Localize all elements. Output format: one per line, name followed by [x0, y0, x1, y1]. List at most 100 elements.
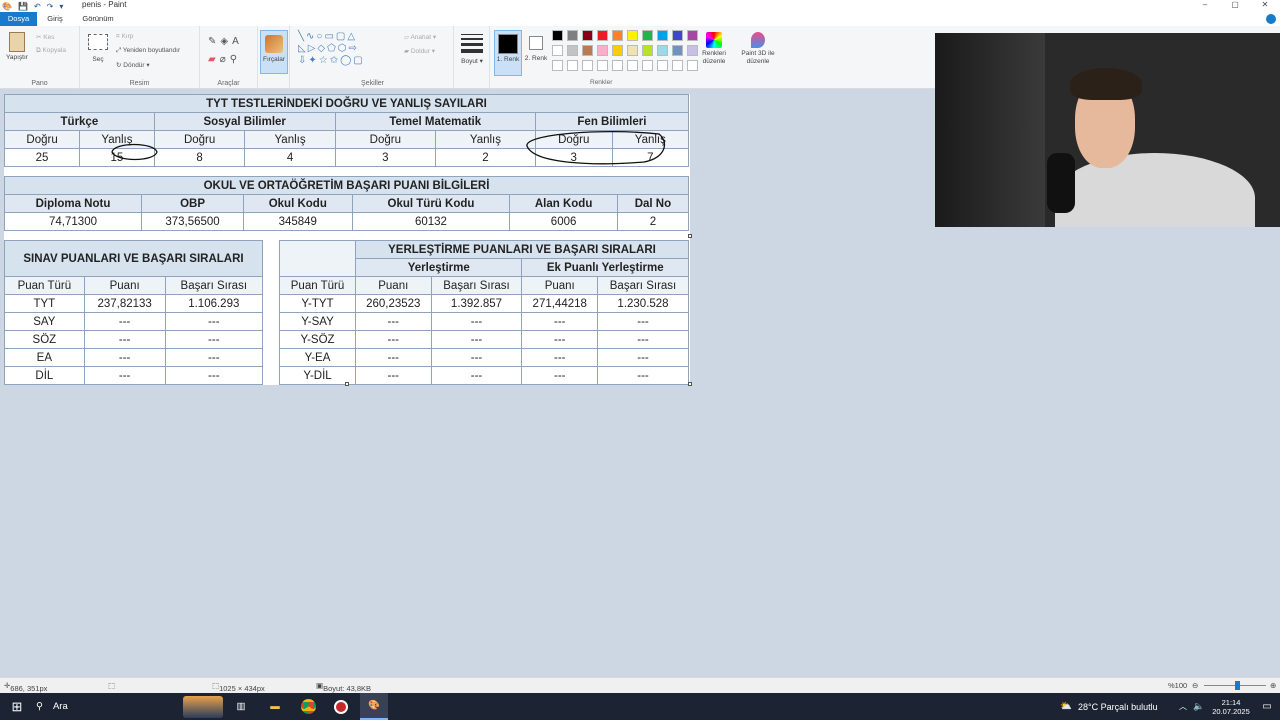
fill-button[interactable]: ▰ Doldur ▾: [404, 47, 435, 55]
color-picker-icon[interactable]: ⌀: [220, 54, 230, 65]
table-row: Y-TYT 260,23523 1.392.857 271,44218 1.230.52…: [279, 294, 689, 313]
rotate-button[interactable]: ↻ Döndür ▾: [116, 61, 150, 69]
image-canvas[interactable]: TYT TESTLERİNDEKİ DOĞRU VE YANLIŞ SAYILA…: [3, 94, 690, 385]
palette-color-swatch[interactable]: [642, 30, 653, 41]
resize-handle-bottom[interactable]: [345, 382, 349, 386]
exam-score-cell: ---: [83, 348, 166, 367]
palette-color-swatch[interactable]: [597, 30, 608, 41]
taskbar-search[interactable]: ⚲ Ara: [36, 693, 166, 720]
zoom-out-icon[interactable]: ⊖: [1192, 681, 1198, 690]
eraser-icon[interactable]: ▰: [208, 54, 220, 65]
status-bar: ✛ 686, 351px ⬚ ⬚ 1025 × 434px ▣ Boyut: 4…: [0, 677, 1280, 693]
custom-color-slot[interactable]: [687, 60, 698, 71]
webcam-hair: [1070, 68, 1142, 100]
search-label: Ara: [52, 701, 68, 712]
zoom-level: %100: [1168, 681, 1188, 690]
tray-chevron-icon[interactable]: ︿: [1176, 693, 1190, 720]
palette-color-swatch[interactable]: [582, 30, 593, 41]
maximize-button[interactable]: ▢: [1220, 0, 1250, 10]
palette-color-swatch[interactable]: [627, 45, 638, 56]
canvas-size: ⬚ 1025 × 434px: [212, 681, 265, 693]
recording-app-icon[interactable]: [331, 693, 351, 720]
palette-color-swatch[interactable]: [612, 45, 623, 56]
palette-color-swatch[interactable]: [567, 30, 578, 41]
shapes-gallery[interactable]: ╲∿○▭▢△ ◺▷◇⬠⬡⇨ ⇩✦☆✩◯▢: [298, 31, 365, 67]
text-icon[interactable]: A: [232, 36, 243, 47]
table-row: TYT 237,82133 1.106.293: [4, 294, 264, 313]
outline-button[interactable]: ▱ Anahat ▾: [404, 33, 436, 41]
chrome-icon[interactable]: [298, 693, 318, 720]
palette-color-swatch[interactable]: [552, 45, 563, 56]
table-row: DİL --- ---: [4, 366, 264, 385]
fill-icon[interactable]: ◈: [220, 36, 232, 47]
clock[interactable]: 21:14 20.07.2025: [1208, 693, 1254, 720]
task-view-icon[interactable]: ▥: [232, 693, 250, 720]
save-icon[interactable]: 💾: [18, 2, 28, 11]
resize-handle-right[interactable]: [688, 234, 692, 238]
palette-color-swatch[interactable]: [672, 30, 683, 41]
palette-color-swatch[interactable]: [552, 30, 563, 41]
exam-col-header: Puanı: [83, 276, 166, 295]
tab-view[interactable]: Görünüm: [76, 12, 120, 26]
brushes-button[interactable]: Fırçalar: [260, 30, 288, 74]
redo-icon[interactable]: ↷: [47, 2, 54, 11]
zoom-in-icon[interactable]: ⊕: [1270, 681, 1276, 690]
custom-color-slot[interactable]: [552, 60, 563, 71]
table-row: Y-DİL --- --- --- ---: [279, 366, 689, 385]
palette-color-swatch[interactable]: [582, 45, 593, 56]
cut-button[interactable]: ✂ Kes: [36, 33, 54, 41]
tab-file[interactable]: Dosya: [0, 12, 37, 26]
file-explorer-icon[interactable]: ▬: [265, 693, 285, 720]
weather-text[interactable]: 28°C Parçalı bulutlu: [1078, 693, 1174, 720]
custom-color-slot[interactable]: [672, 60, 683, 71]
palette-color-swatch[interactable]: [642, 45, 653, 56]
palette-color-swatch[interactable]: [672, 45, 683, 56]
color2-button[interactable]: 2. Renk: [524, 30, 548, 76]
custom-color-slot[interactable]: [582, 60, 593, 71]
custom-color-slot[interactable]: [627, 60, 638, 71]
edit-colors-button[interactable]: Renkleri düzenle: [698, 32, 730, 66]
select-button[interactable]: Seç: [86, 34, 110, 63]
placement-score-cell: ---: [521, 366, 599, 385]
undo-icon[interactable]: ↶: [34, 2, 41, 11]
volume-icon[interactable]: 🔈: [1192, 693, 1206, 720]
palette-color-swatch[interactable]: [597, 45, 608, 56]
windows-start-icon[interactable]: ⊞: [6, 693, 28, 720]
palette-color-swatch[interactable]: [567, 45, 578, 56]
resize-handle-corner[interactable]: [688, 382, 692, 386]
custom-color-slot[interactable]: [597, 60, 608, 71]
custom-color-slot[interactable]: [612, 60, 623, 71]
custom-color-slot[interactable]: [657, 60, 668, 71]
resize-button[interactable]: ⤢ Yeniden boyutlandır: [116, 47, 180, 55]
paint-taskbar-icon[interactable]: 🎨: [360, 693, 388, 720]
palette-color-swatch[interactable]: [612, 30, 623, 41]
palette-color-swatch[interactable]: [657, 30, 668, 41]
color1-button[interactable]: 1. Renk: [494, 30, 522, 76]
custom-color-slot[interactable]: [642, 60, 653, 71]
minimize-button[interactable]: –: [1190, 0, 1220, 10]
help-icon[interactable]: [1266, 14, 1276, 24]
paste-button[interactable]: Yapıştır: [4, 32, 30, 61]
exam-score-cell: SÖZ: [4, 330, 85, 349]
custom-color-slot[interactable]: [567, 60, 578, 71]
zoom-slider-thumb[interactable]: [1235, 681, 1240, 690]
magnifier-icon[interactable]: ⚲: [230, 54, 241, 65]
tools-group: ✎◈A ▰⌀⚲ Araçlar: [200, 26, 258, 89]
close-button[interactable]: ✕: [1250, 0, 1280, 10]
widget-landscape-icon[interactable]: [180, 693, 226, 720]
size-button[interactable]: Boyut ▾: [458, 34, 486, 65]
crop-button[interactable]: ⌗ Kırp: [116, 33, 133, 41]
tab-home[interactable]: Giriş: [40, 12, 70, 26]
copy-button[interactable]: ⧉ Kopyala: [36, 47, 66, 55]
customize-icon[interactable]: ▾: [59, 2, 63, 11]
placement-col-header: Puanı: [521, 276, 599, 295]
notification-icon[interactable]: ▭: [1258, 693, 1276, 720]
palette-color-swatch[interactable]: [687, 30, 698, 41]
palette-color-swatch[interactable]: [627, 30, 638, 41]
pencil-icon[interactable]: ✎: [208, 36, 220, 47]
tyt-count-cell: 7: [611, 148, 690, 167]
palette-color-swatch[interactable]: [687, 45, 698, 56]
placement-score-cell: Y-TYT: [279, 294, 356, 313]
palette-color-swatch[interactable]: [657, 45, 668, 56]
paint3d-button[interactable]: Paint 3D ile düzenle: [736, 32, 780, 66]
